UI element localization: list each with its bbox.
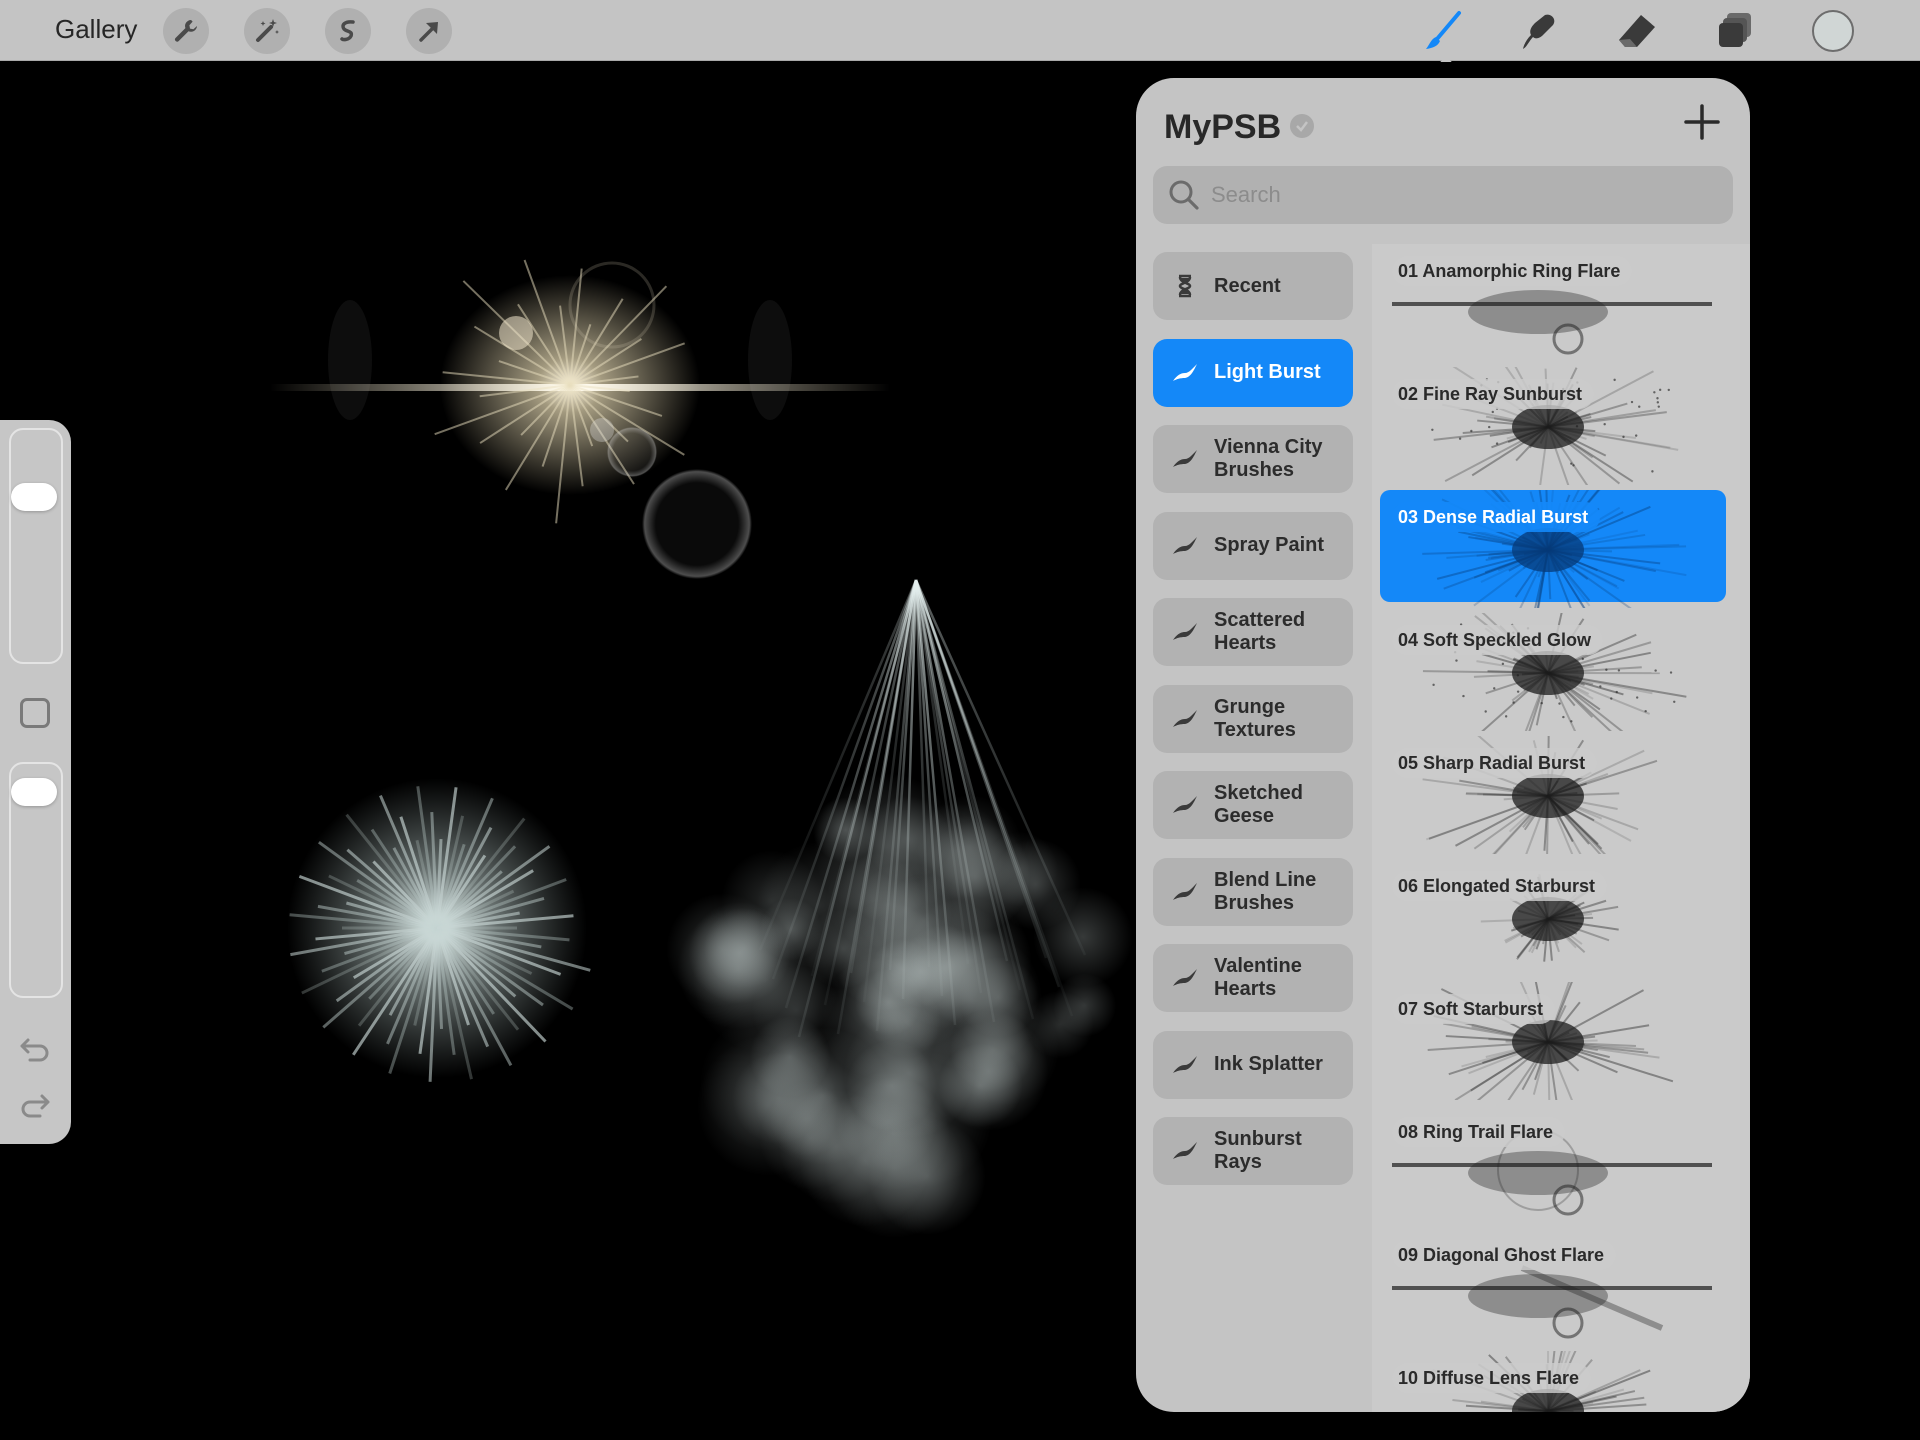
- brush-set-item[interactable]: Grunge Textures: [1153, 684, 1353, 753]
- brush-search: [1153, 166, 1733, 224]
- brush-set-label: Ink Splatter: [1214, 1053, 1323, 1075]
- left-sidebar: [0, 420, 71, 1144]
- brush-item[interactable]: 10 Diffuse Lens Flare: [1372, 1351, 1750, 1412]
- layers-icon[interactable]: [1712, 8, 1758, 54]
- brush-library-panel: MyPSB Recent Light Burst Vienna City Brush…: [1136, 78, 1750, 1412]
- brush-item[interactable]: 07 Soft Starburst: [1372, 982, 1750, 1105]
- brush-set-label: Sunburst Rays: [1214, 1128, 1302, 1173]
- brush-set-label: Blend Line Brushes: [1214, 868, 1317, 914]
- brush-set-item[interactable]: Sunburst Rays: [1153, 1117, 1353, 1185]
- brush-name: 03 Dense Radial Burst: [1392, 502, 1601, 532]
- brush-size-slider[interactable]: [9, 428, 63, 664]
- brush-name: 10 Diffuse Lens Flare: [1392, 1363, 1592, 1393]
- brush-set-item[interactable]: Spray Paint: [1153, 511, 1353, 580]
- opacity-slider[interactable]: [9, 762, 63, 998]
- brush-item[interactable]: 09 Diagonal Ghost Flare: [1372, 1228, 1750, 1351]
- brush-stroke-icon: [1173, 796, 1197, 813]
- gallery-button[interactable]: Gallery: [55, 14, 137, 45]
- brush-stroke-icon: [1173, 623, 1197, 640]
- brush-name: 02 Fine Ray Sunburst: [1392, 379, 1595, 409]
- brush-set-label: Sketched Geese: [1214, 782, 1303, 827]
- top-toolbar: Gallery: [0, 0, 1920, 61]
- brush-stroke-icon: [1173, 882, 1197, 900]
- brush-stroke-icon: [1173, 536, 1197, 554]
- redo-icon[interactable]: [18, 1090, 52, 1120]
- brush-stroke-icon: [1173, 969, 1197, 986]
- brush-item[interactable]: 08 Ring Trail Flare: [1372, 1105, 1750, 1228]
- brush-set-item[interactable]: Scattered Hearts: [1153, 598, 1353, 666]
- brush-set-label: Valentine Hearts: [1214, 955, 1302, 1000]
- spray-beam-artwork: [666, 579, 1133, 1239]
- brush-set-label: Spray Paint: [1214, 534, 1325, 556]
- opacity-thumb[interactable]: [11, 777, 57, 806]
- transform-arrow-icon[interactable]: [406, 8, 452, 54]
- brush-set-label: Recent: [1214, 274, 1281, 297]
- brush-item[interactable]: 01 Anamorphic Ring Flare: [1372, 244, 1750, 367]
- checkmark-icon: [1290, 114, 1314, 138]
- brush-name: 06 Elongated Starburst: [1392, 871, 1608, 901]
- brush-set-item[interactable]: Blend Line Brushes: [1153, 857, 1353, 926]
- starburst-artwork: [287, 778, 591, 1082]
- brush-item[interactable]: 06 Elongated Starburst: [1372, 859, 1750, 982]
- magic-wand-icon[interactable]: [244, 8, 290, 54]
- smudge-icon[interactable]: [1516, 8, 1562, 54]
- search-icon: [1169, 180, 1199, 210]
- brush-name: 05 Sharp Radial Burst: [1392, 748, 1598, 778]
- brush-set-item[interactable]: Recent: [1153, 252, 1353, 320]
- brush-stroke-icon: [1173, 450, 1197, 467]
- brush-set-item[interactable]: Light Burst: [1153, 338, 1353, 407]
- library-title: MyPSB: [1164, 108, 1282, 146]
- brush-set-item[interactable]: Valentine Hearts: [1153, 944, 1353, 1012]
- add-brush-icon[interactable]: [1682, 102, 1722, 142]
- brush-set-label: Light Burst: [1214, 361, 1321, 383]
- wrench-icon[interactable]: [163, 8, 209, 54]
- brush-item[interactable]: 02 Fine Ray Sunburst: [1372, 367, 1750, 490]
- brush-stroke-icon: [1173, 1142, 1197, 1159]
- brush-stroke-icon: [1173, 363, 1197, 381]
- selection-icon[interactable]: [325, 8, 371, 54]
- hourglass-icon: [1178, 274, 1192, 298]
- brush-icon[interactable]: [1420, 8, 1466, 54]
- brush-set-item[interactable]: Ink Splatter: [1153, 1030, 1353, 1099]
- color-swatch-button[interactable]: [1812, 10, 1854, 52]
- modify-button[interactable]: [20, 698, 50, 728]
- brush-name: 08 Ring Trail Flare: [1392, 1117, 1566, 1147]
- brush-item[interactable]: 05 Sharp Radial Burst: [1372, 736, 1750, 859]
- brush-name: 07 Soft Starburst: [1392, 994, 1556, 1024]
- brush-stroke-icon: [1173, 709, 1197, 727]
- lens-flare-artwork: [270, 259, 890, 579]
- brush-stroke-icon: [1173, 1055, 1197, 1073]
- brush-set-item[interactable]: Vienna City Brushes: [1153, 425, 1353, 493]
- brush-name: 09 Diagonal Ghost Flare: [1392, 1240, 1617, 1270]
- brush-set-label: Vienna City Brushes: [1214, 436, 1323, 481]
- brush-item[interactable]: 03 Dense Radial Burst: [1372, 490, 1750, 613]
- brush-list: 01 Anamorphic Ring Flare 02 Fine Ray Sunb…: [1372, 244, 1750, 1412]
- brush-set-item[interactable]: Sketched Geese: [1153, 771, 1353, 839]
- brush-size-thumb[interactable]: [11, 483, 57, 511]
- brush-name: 04 Soft Speckled Glow: [1392, 625, 1604, 655]
- brush-name: 01 Anamorphic Ring Flare: [1392, 256, 1633, 286]
- brush-item[interactable]: 04 Soft Speckled Glow: [1372, 613, 1750, 736]
- brush-set-label: Grunge Textures: [1214, 695, 1296, 741]
- search-input[interactable]: [1211, 174, 1711, 216]
- undo-icon[interactable]: [18, 1034, 52, 1064]
- eraser-icon[interactable]: [1614, 8, 1660, 54]
- brush-set-label: Scattered Hearts: [1214, 609, 1306, 654]
